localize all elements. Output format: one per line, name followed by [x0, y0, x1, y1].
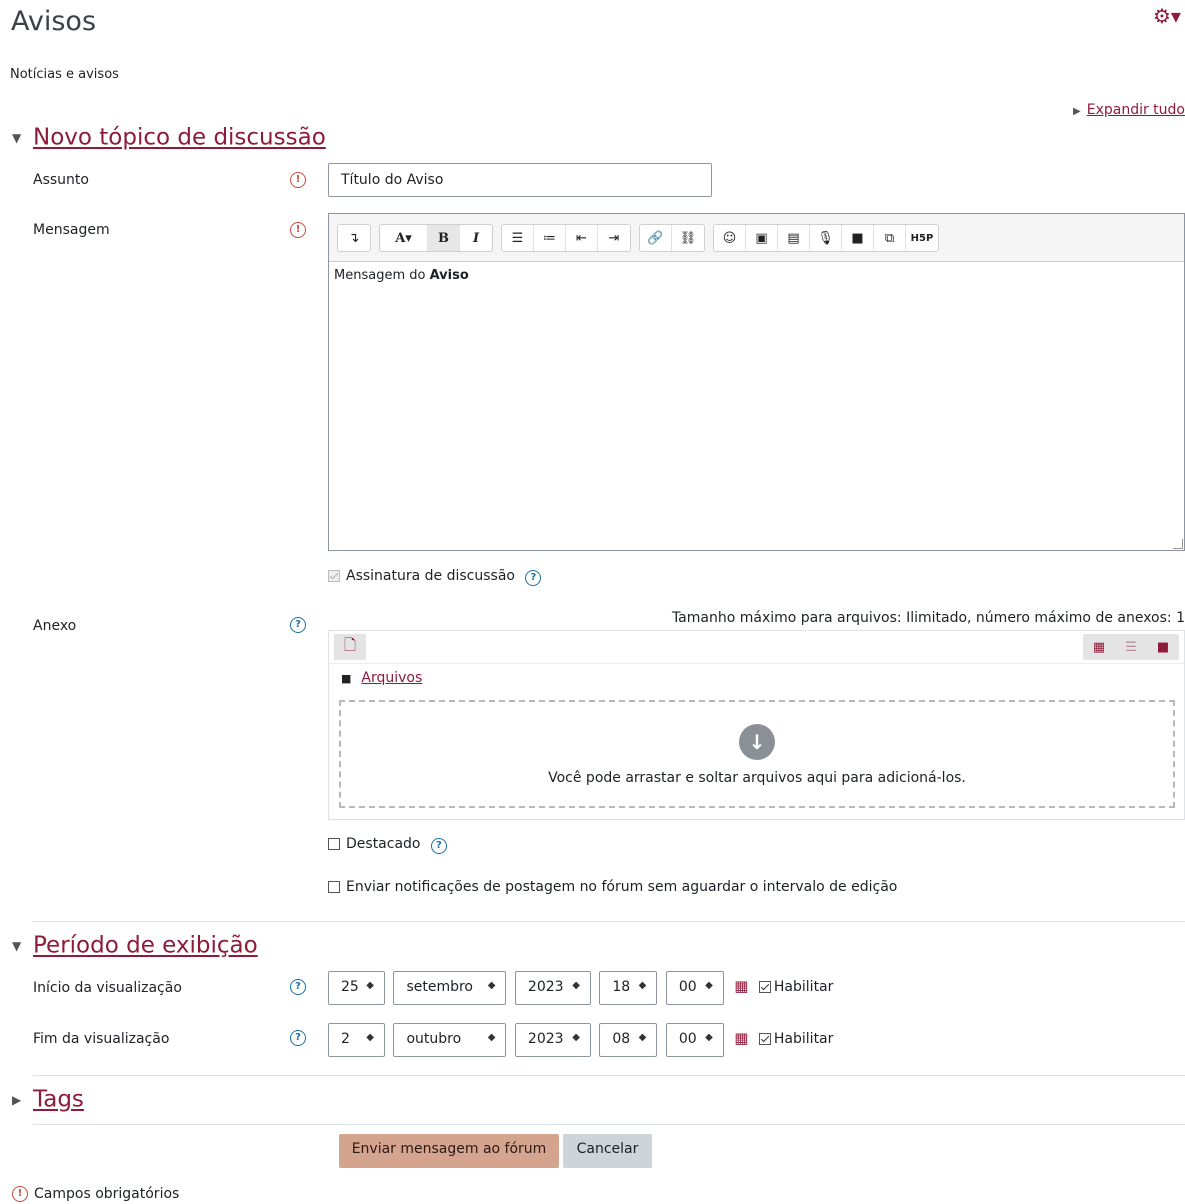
- divider: [33, 1124, 1185, 1125]
- forum-name: Notícias e avisos: [10, 67, 119, 82]
- start-hour-select[interactable]: 18 ◆: [599, 971, 658, 1005]
- view-switcher: ▦ ☰ ■: [1083, 634, 1179, 660]
- end-hour-select[interactable]: 08 ◆: [599, 1023, 658, 1057]
- cancel-button[interactable]: Cancelar: [563, 1134, 652, 1168]
- required-fields-label: Campos obrigatórios: [34, 1186, 180, 1202]
- resize-handle[interactable]: [1173, 539, 1183, 549]
- subject-label: Assunto: [33, 172, 89, 188]
- help-icon[interactable]: ?: [290, 979, 306, 995]
- emoji-icon[interactable]: ☺: [714, 225, 746, 251]
- pinned-checkbox[interactable]: [328, 838, 340, 850]
- italic-icon[interactable]: I: [460, 225, 492, 251]
- record-video-icon[interactable]: ■: [842, 225, 874, 251]
- discussion-subscription-row: Assinatura de discussão ?: [328, 568, 542, 586]
- start-date-selectors: 25 ◆ setembro ◆ 2023 ◆ 18 ◆ 00 ◆ ▦ Habilitar: [328, 971, 833, 1005]
- file-dropzone[interactable]: ↓ Você pode arrastar e soltar arquivos a…: [339, 700, 1175, 808]
- unlink-icon[interactable]: ⛓: [672, 225, 704, 251]
- manage-files-icon[interactable]: ⧉: [874, 225, 906, 251]
- caret-down-icon: ▼: [12, 130, 22, 145]
- download-arrow-icon: ↓: [739, 724, 775, 760]
- required-icon: !: [290, 222, 306, 238]
- font-size-icon[interactable]: A▾: [380, 225, 428, 251]
- help-icon[interactable]: ?: [290, 1030, 306, 1046]
- start-label: Início da visualização: [33, 980, 182, 996]
- divider: [33, 1075, 1185, 1076]
- expand-all-label[interactable]: Expandir tudo: [1087, 102, 1185, 118]
- caret-right-icon: ▶: [12, 1092, 22, 1107]
- file-picker: 🗋 ▦ ☰ ■ ■ Arquivos ↓ Você pode arrastar e…: [328, 630, 1185, 820]
- section-new-topic[interactable]: ▼ Novo tópico de discussão: [12, 124, 326, 151]
- help-icon[interactable]: ?: [525, 570, 542, 586]
- end-minute-select[interactable]: 00 ◆: [665, 1023, 724, 1057]
- record-audio-icon[interactable]: 🎙: [810, 225, 842, 251]
- section-tags[interactable]: ▶ Tags: [12, 1086, 84, 1113]
- dropzone-message: Você pode arrastar e soltar arquivos aqu…: [548, 770, 966, 786]
- calendar-icon[interactable]: ▦: [734, 1029, 748, 1047]
- grid-view-icon[interactable]: ▦: [1083, 634, 1115, 660]
- start-enable-label: Habilitar: [773, 979, 834, 995]
- unordered-list-icon[interactable]: ☰: [502, 225, 534, 251]
- folder-icon: ■: [341, 672, 352, 685]
- start-minute-select[interactable]: 00 ◆: [665, 971, 724, 1005]
- bold-icon[interactable]: B: [428, 225, 460, 251]
- message-editor[interactable]: ↴ A▾ B I ☰ ≔ ⇤ ⇥ 🔗 ⛓ ☺ ▣ ▤ 🎙 ■ ⧉ H5P Men…: [328, 213, 1185, 551]
- send-notifications-row: Enviar notificações de postagem no fórum…: [328, 879, 897, 895]
- media-icon[interactable]: ▤: [778, 225, 810, 251]
- message-text: Mensagem do: [334, 268, 430, 283]
- h5p-icon[interactable]: H5P: [906, 225, 938, 251]
- link-icon[interactable]: 🔗: [640, 225, 672, 251]
- image-icon[interactable]: ▣: [746, 225, 778, 251]
- required-fields-note: ! Campos obrigatórios: [12, 1186, 179, 1202]
- divider: [33, 921, 1185, 922]
- section-tags-title[interactable]: Tags: [33, 1087, 84, 1113]
- discussion-subscription-label: Assinatura de discussão: [346, 568, 515, 584]
- file-path: ■ Arquivos: [329, 663, 1184, 691]
- section-display-period[interactable]: ▼ Período de exibição: [12, 932, 258, 959]
- section-new-topic-title[interactable]: Novo tópico de discussão: [33, 125, 326, 151]
- attachment-label: Anexo: [33, 618, 77, 634]
- attachment-limits: Tamanho máximo para arquivos: Ilimitado,…: [671, 610, 1185, 626]
- editor-toolbar: ↴ A▾ B I ☰ ≔ ⇤ ⇥ 🔗 ⛓ ☺ ▣ ▤ 🎙 ■ ⧉ H5P: [329, 214, 1184, 262]
- pinned-row: Destacado ?: [328, 836, 447, 854]
- section-display-period-title[interactable]: Período de exibição: [33, 933, 258, 959]
- expand-all-link[interactable]: ▶ Expandir tudo: [1073, 102, 1185, 118]
- required-icon: !: [12, 1186, 28, 1202]
- folder-view-icon[interactable]: ■: [1147, 634, 1179, 660]
- start-month-select[interactable]: setembro ◆: [393, 971, 507, 1005]
- message-label: Mensagem: [33, 222, 110, 238]
- help-icon[interactable]: ?: [430, 838, 447, 854]
- calendar-icon[interactable]: ▦: [734, 977, 748, 995]
- pinned-label: Destacado: [346, 836, 421, 852]
- start-enable-checkbox[interactable]: [758, 981, 771, 993]
- subject-input[interactable]: [328, 163, 712, 197]
- list-view-icon[interactable]: ☰: [1115, 634, 1147, 660]
- add-file-icon[interactable]: 🗋: [334, 634, 366, 660]
- ordered-list-icon[interactable]: ≔: [534, 225, 566, 251]
- show-more-icon[interactable]: ↴: [338, 225, 370, 251]
- help-icon[interactable]: ?: [290, 617, 306, 633]
- caret-right-icon: ▶: [1073, 106, 1081, 117]
- submit-button[interactable]: Enviar mensagem ao fórum: [339, 1134, 559, 1168]
- page-title: Avisos: [11, 6, 97, 37]
- end-date-selectors: 2 ◆ outubro ◆ 2023 ◆ 08 ◆ 00 ◆ ▦ Habilitar: [328, 1023, 833, 1057]
- files-folder-link[interactable]: Arquivos: [361, 670, 422, 686]
- end-enable-checkbox[interactable]: [758, 1033, 771, 1045]
- send-notifications-label: Enviar notificações de postagem no fórum…: [346, 879, 898, 895]
- end-year-select[interactable]: 2023 ◆: [514, 1023, 591, 1057]
- gear-icon[interactable]: ⚙▾: [1153, 4, 1181, 28]
- start-day-select[interactable]: 25 ◆: [328, 971, 385, 1005]
- message-text-bold: Aviso: [429, 268, 469, 283]
- outdent-icon[interactable]: ⇤: [566, 225, 598, 251]
- editor-content[interactable]: Mensagem do Aviso: [329, 262, 1184, 289]
- end-day-select[interactable]: 2 ◆: [328, 1023, 385, 1057]
- start-year-select[interactable]: 2023 ◆: [514, 971, 591, 1005]
- required-icon: !: [290, 172, 306, 188]
- discussion-subscription-checkbox: [328, 570, 340, 582]
- send-notifications-checkbox[interactable]: [328, 881, 340, 893]
- end-enable-label: Habilitar: [773, 1031, 834, 1047]
- end-label: Fim da visualização: [33, 1031, 170, 1047]
- caret-down-icon: ▼: [12, 938, 22, 953]
- end-month-select[interactable]: outubro ◆: [393, 1023, 507, 1057]
- indent-icon[interactable]: ⇥: [598, 225, 630, 251]
